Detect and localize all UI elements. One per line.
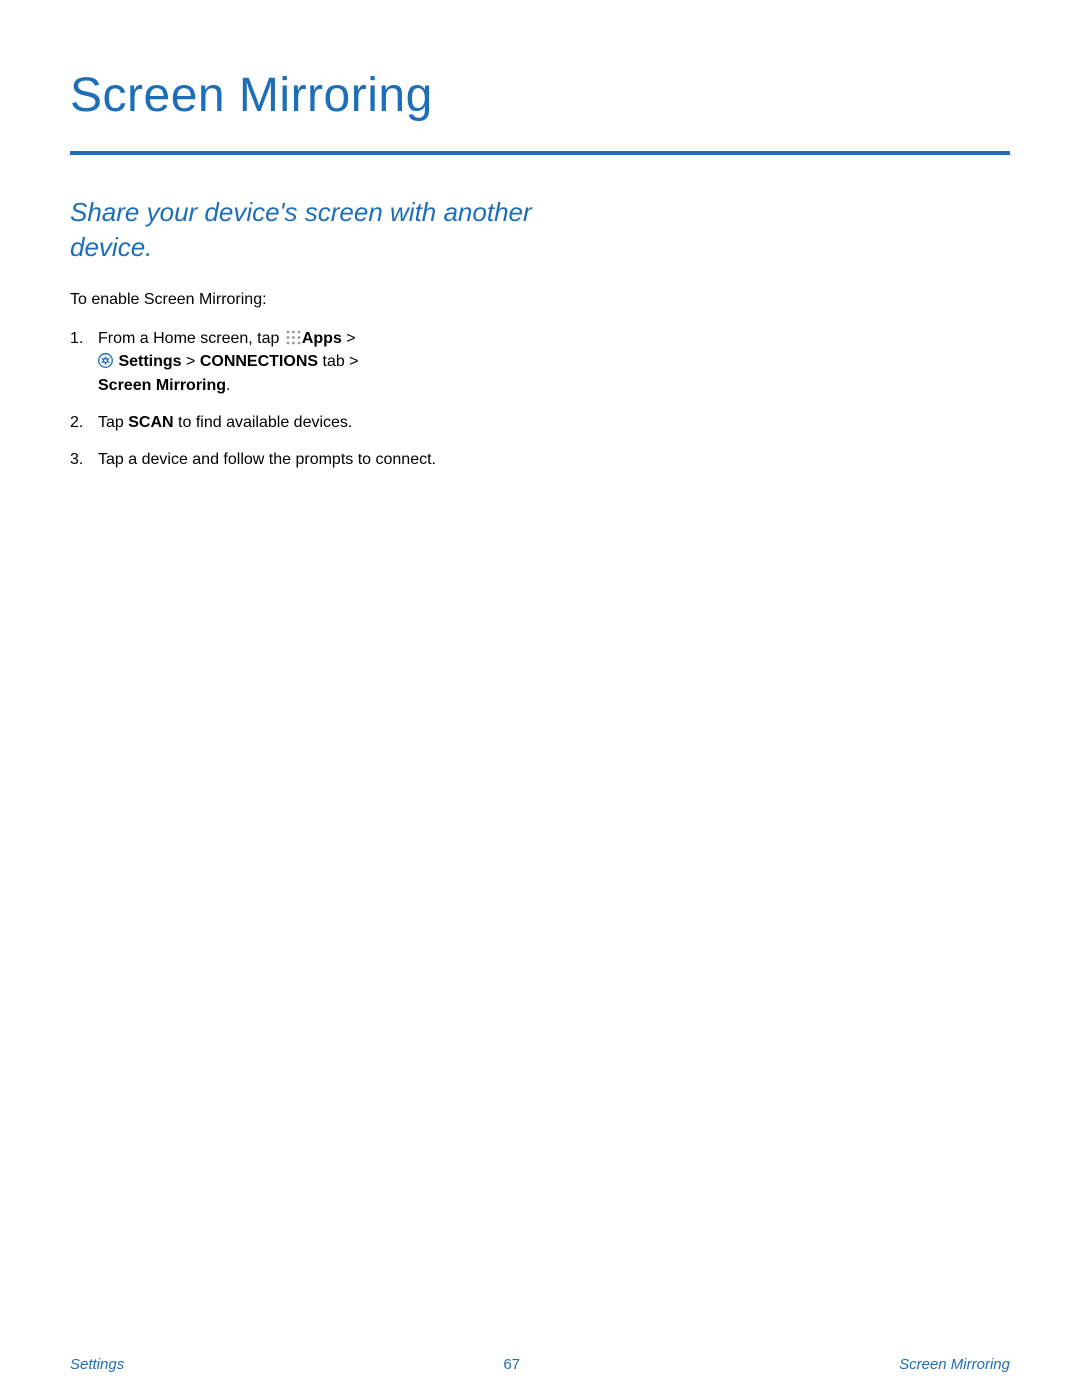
step-number: 1. [70, 327, 83, 350]
steps-list: 1. From a Home screen, tap Apps > Settin… [70, 327, 540, 471]
step-number: 3. [70, 448, 83, 471]
title-divider [70, 151, 1010, 155]
footer-topic: Screen Mirroring [899, 1356, 1010, 1373]
step-text: tab > [318, 353, 358, 370]
step-1: 1. From a Home screen, tap Apps > Settin… [70, 327, 540, 397]
step-3: 3. Tap a device and follow the prompts t… [70, 448, 540, 471]
step-text: Tap a device and follow the prompts to c… [98, 451, 436, 468]
step-text: > [342, 330, 356, 347]
step-text: . [226, 377, 230, 394]
footer-section: Settings [70, 1356, 124, 1373]
page-subtitle: Share your device's screen with another … [70, 195, 540, 265]
apps-icon [286, 330, 301, 345]
step-text: Tap [98, 414, 128, 431]
apps-label: Apps [302, 330, 342, 347]
footer-page-number: 67 [503, 1356, 520, 1373]
page-content: Screen Mirroring Share your device's scr… [0, 0, 1080, 471]
step-text: From a Home screen, tap [98, 330, 284, 347]
settings-icon [98, 353, 113, 368]
step-text: > [182, 353, 200, 370]
connections-label: CONNECTIONS [200, 353, 318, 370]
step-text: to find available devices. [174, 414, 353, 431]
page-title: Screen Mirroring [70, 68, 1010, 123]
intro-text: To enable Screen Mirroring: [70, 291, 1010, 309]
screen-mirroring-label: Screen Mirroring [98, 377, 226, 394]
scan-label: SCAN [128, 414, 173, 431]
step-2: 2. Tap SCAN to find available devices. [70, 411, 540, 434]
page-footer: Settings 67 Screen Mirroring [0, 1356, 1080, 1373]
settings-label: Settings [118, 353, 181, 370]
step-number: 2. [70, 411, 83, 434]
